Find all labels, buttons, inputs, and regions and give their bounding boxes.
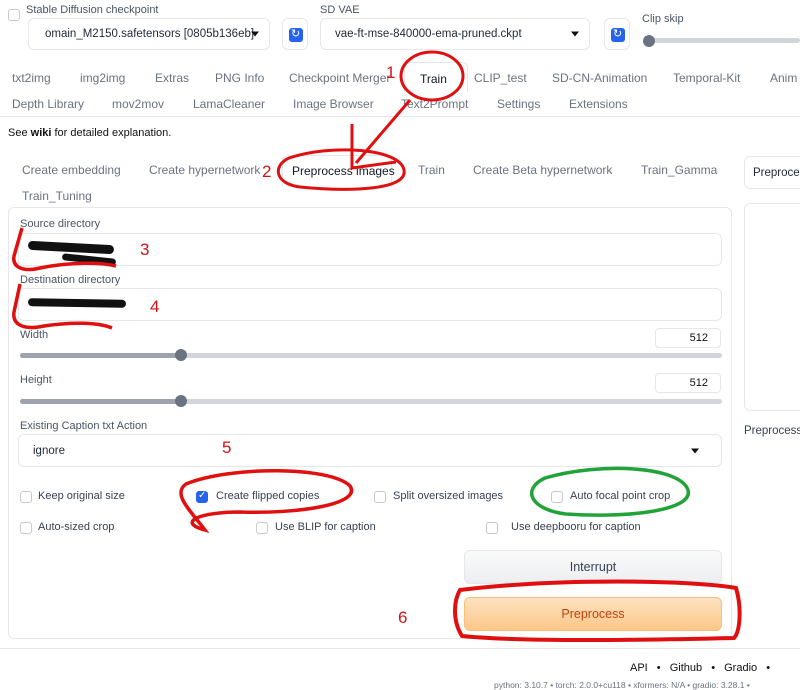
annotation-number-5: 5 [222,438,232,457]
annotation-number-2: 2 [262,162,272,181]
annotation-bracket-source [12,227,117,272]
annotation-box-preprocess [453,579,742,642]
annotation-number-1: 1 [386,63,396,82]
annotation-number-4: 4 [150,297,160,316]
annotation-circle-preprocess-tab [276,148,406,191]
annotation-circle-train-tab [399,50,465,102]
annotation-circle-autofocal [530,466,690,517]
annotation-overlay [12,50,742,642]
annotation-bracket-dest [12,283,113,330]
annotation-number-6: 6 [398,608,408,627]
annotation-circle-flipped [179,469,354,534]
annotation-number-3: 3 [140,240,150,259]
